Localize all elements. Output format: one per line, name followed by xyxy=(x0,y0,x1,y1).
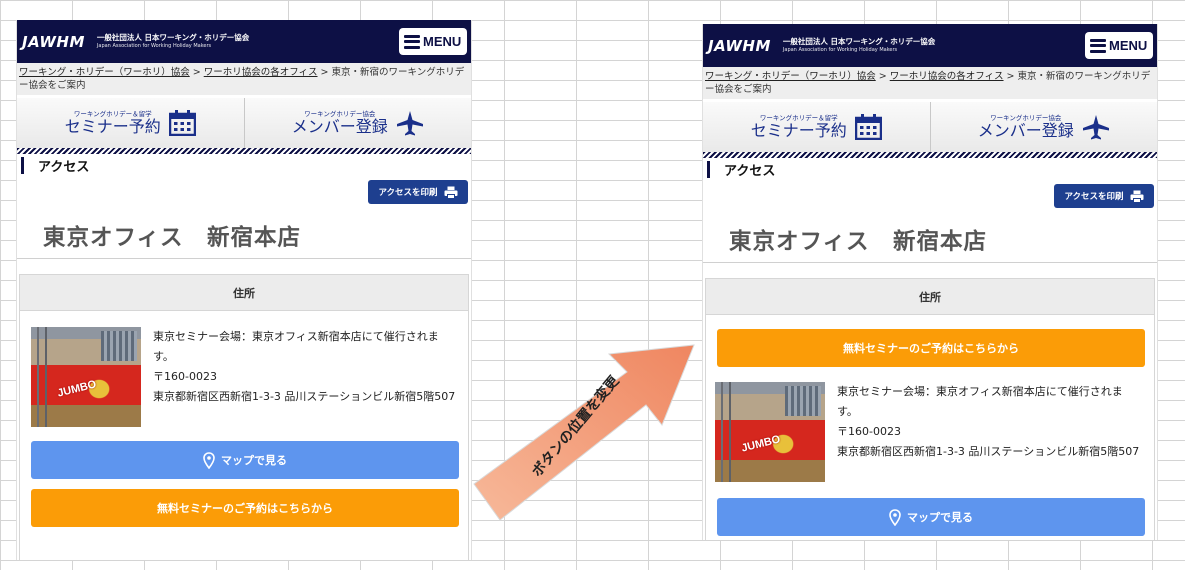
printer-icon xyxy=(1130,190,1144,203)
map-pin-icon xyxy=(203,451,215,469)
seminar-button-label: 無料セミナーのご予約はこちらから xyxy=(157,502,333,515)
menu-icon xyxy=(404,34,420,49)
site-header: JAWHM 一般社団法人 日本ワーキング・ホリデー協会 Japan Associ… xyxy=(703,24,1157,67)
menu-button[interactable]: MENU xyxy=(399,28,467,55)
view-map-button[interactable]: マップで見る xyxy=(717,498,1145,536)
seminar-button-label: 無料セミナーのご予約はこちらから xyxy=(843,342,1019,355)
office-building-photo: JUMBO xyxy=(31,327,141,427)
print-access-button[interactable]: アクセスを印刷 xyxy=(368,180,468,204)
breadcrumb-separator: > xyxy=(189,67,204,78)
menu-label: MENU xyxy=(1109,38,1148,53)
free-seminar-reservation-button[interactable]: 無料セミナーのご予約はこちらから xyxy=(717,329,1145,367)
phone-screen-after: JAWHM 一般社団法人 日本ワーキング・ホリデー協会 Japan Associ… xyxy=(702,24,1158,540)
address-text: 東京セミナー会場：東京オフィス新宿本店にて催行されます。 〒160-0023 東… xyxy=(837,382,1142,482)
office-building-photo: JUMBO xyxy=(715,382,825,482)
map-button-label: マップで見る xyxy=(907,511,973,524)
printer-icon xyxy=(444,186,458,199)
member-tile-label: メンバー登録 xyxy=(977,121,1074,140)
breadcrumb-separator: > xyxy=(1003,71,1018,82)
member-registration-tile[interactable]: ワーキングホリデー協会 メンバー登録 xyxy=(243,98,472,148)
change-arrow xyxy=(473,344,695,521)
photo-sign-text: JUMBO xyxy=(56,378,98,400)
access-heading: アクセス xyxy=(17,157,471,175)
photo-sign-text: JUMBO xyxy=(740,433,782,455)
seminar-tile-label: セミナー予約 xyxy=(750,121,847,140)
org-name-en: Japan Association for Working Holiday Ma… xyxy=(96,42,212,49)
org-name: 一般社団法人 日本ワーキング・ホリデー協会 Japan Association … xyxy=(783,38,935,53)
phone-screen-before: JAWHM 一般社団法人 日本ワーキング・ホリデー協会 Japan Associ… xyxy=(16,20,472,560)
office-info: JUMBO 東京セミナー会場：東京オフィス新宿本店にて催行されます。 〒160-… xyxy=(715,382,1142,482)
venue-note: 東京セミナー会場：東京オフィス新宿本店にて催行されます。 xyxy=(837,385,1123,418)
airplane-icon xyxy=(1082,115,1109,140)
street-address: 東京都新宿区西新宿1-3-3 品川ステーションビル新宿5階507 xyxy=(837,445,1140,458)
menu-button[interactable]: MENU xyxy=(1085,32,1153,59)
venue-note: 東京セミナー会場：東京オフィス新宿本店にて催行されます。 xyxy=(153,330,439,363)
access-label: アクセス xyxy=(724,164,776,179)
office-title: 東京オフィス 新宿本店 xyxy=(43,225,302,251)
breadcrumb: ワーキング・ホリデー（ワーホリ）協会 > ワーホリ協会の各オフィス > 東京・新… xyxy=(17,63,471,95)
breadcrumb-separator: > xyxy=(317,67,332,78)
member-registration-tile[interactable]: ワーキングホリデー協会 メンバー登録 xyxy=(929,102,1158,152)
seminar-tile-label: セミナー予約 xyxy=(64,117,161,136)
postal-code: 〒160-0023 xyxy=(837,425,901,438)
postal-code: 〒160-0023 xyxy=(153,370,217,383)
breadcrumb-separator: > xyxy=(875,71,890,82)
site-logo[interactable]: JAWHM xyxy=(22,33,85,51)
address-section: 住所 JUMBO 東京セミナー会場：東京オフィス新宿本店にて催行されます。 〒1… xyxy=(19,274,469,560)
address-heading: 住所 xyxy=(20,275,468,311)
breadcrumb: ワーキング・ホリデー（ワーホリ）協会 > ワーホリ協会の各オフィス > 東京・新… xyxy=(703,67,1157,99)
view-map-button[interactable]: マップで見る xyxy=(31,441,459,479)
heading-bar xyxy=(21,157,24,174)
address-section: 住所 無料セミナーのご予約はこちらから JUMBO 東京セミナー会場：東京オフィ… xyxy=(705,278,1155,540)
org-name-ja: 一般社団法人 日本ワーキング・ホリデー協会 xyxy=(96,33,250,43)
site-header: JAWHM 一般社団法人 日本ワーキング・ホリデー協会 Japan Associ… xyxy=(17,20,471,63)
calendar-icon xyxy=(168,110,196,136)
calendar-icon xyxy=(854,114,882,140)
street-address: 東京都新宿区西新宿1-3-3 品川ステーションビル新宿5階507 xyxy=(153,390,456,403)
title-underline xyxy=(17,258,471,259)
map-pin-icon xyxy=(889,508,901,526)
org-name-en: Japan Association for Working Holiday Ma… xyxy=(782,46,898,53)
office-info: JUMBO 東京セミナー会場：東京オフィス新宿本店にて催行されます。 〒160-… xyxy=(31,327,458,427)
breadcrumb-link-home[interactable]: ワーキング・ホリデー（ワーホリ）協会 xyxy=(19,67,190,78)
breadcrumb-link-offices[interactable]: ワーホリ協会の各オフィス xyxy=(890,71,1004,82)
address-heading: 住所 xyxy=(706,279,1154,315)
print-label: アクセスを印刷 xyxy=(1064,192,1124,202)
quick-links: ワーキングホリデー＆留学 セミナー予約 ワーキングホリデー協会 メンバー登録 xyxy=(703,102,1157,152)
print-label: アクセスを印刷 xyxy=(378,188,438,198)
org-name-ja: 一般社団法人 日本ワーキング・ホリデー協会 xyxy=(782,37,936,47)
access-label: アクセス xyxy=(38,160,90,175)
print-access-button[interactable]: アクセスを印刷 xyxy=(1054,184,1154,208)
divider-stripe xyxy=(17,148,471,154)
map-button-label: マップで見る xyxy=(221,454,287,467)
divider-stripe xyxy=(703,152,1157,158)
seminar-reservation-tile[interactable]: ワーキングホリデー＆留学 セミナー予約 xyxy=(703,102,930,152)
access-heading: アクセス xyxy=(703,161,1157,179)
menu-label: MENU xyxy=(423,34,462,49)
title-underline xyxy=(703,262,1157,263)
org-name: 一般社団法人 日本ワーキング・ホリデー協会 Japan Association … xyxy=(97,34,249,49)
airplane-icon xyxy=(396,111,423,136)
breadcrumb-link-offices[interactable]: ワーホリ協会の各オフィス xyxy=(204,67,318,78)
member-tile-label: メンバー登録 xyxy=(291,117,388,136)
heading-bar xyxy=(707,161,710,178)
free-seminar-reservation-button[interactable]: 無料セミナーのご予約はこちらから xyxy=(31,489,459,527)
quick-links: ワーキングホリデー＆留学 セミナー予約 ワーキングホリデー協会 メンバー登録 xyxy=(17,98,471,148)
site-logo[interactable]: JAWHM xyxy=(708,37,771,55)
seminar-reservation-tile[interactable]: ワーキングホリデー＆留学 セミナー予約 xyxy=(17,98,244,148)
breadcrumb-link-home[interactable]: ワーキング・ホリデー（ワーホリ）協会 xyxy=(705,71,876,82)
office-title: 東京オフィス 新宿本店 xyxy=(729,229,988,255)
menu-icon xyxy=(1090,38,1106,53)
address-text: 東京セミナー会場：東京オフィス新宿本店にて催行されます。 〒160-0023 東… xyxy=(153,327,458,427)
